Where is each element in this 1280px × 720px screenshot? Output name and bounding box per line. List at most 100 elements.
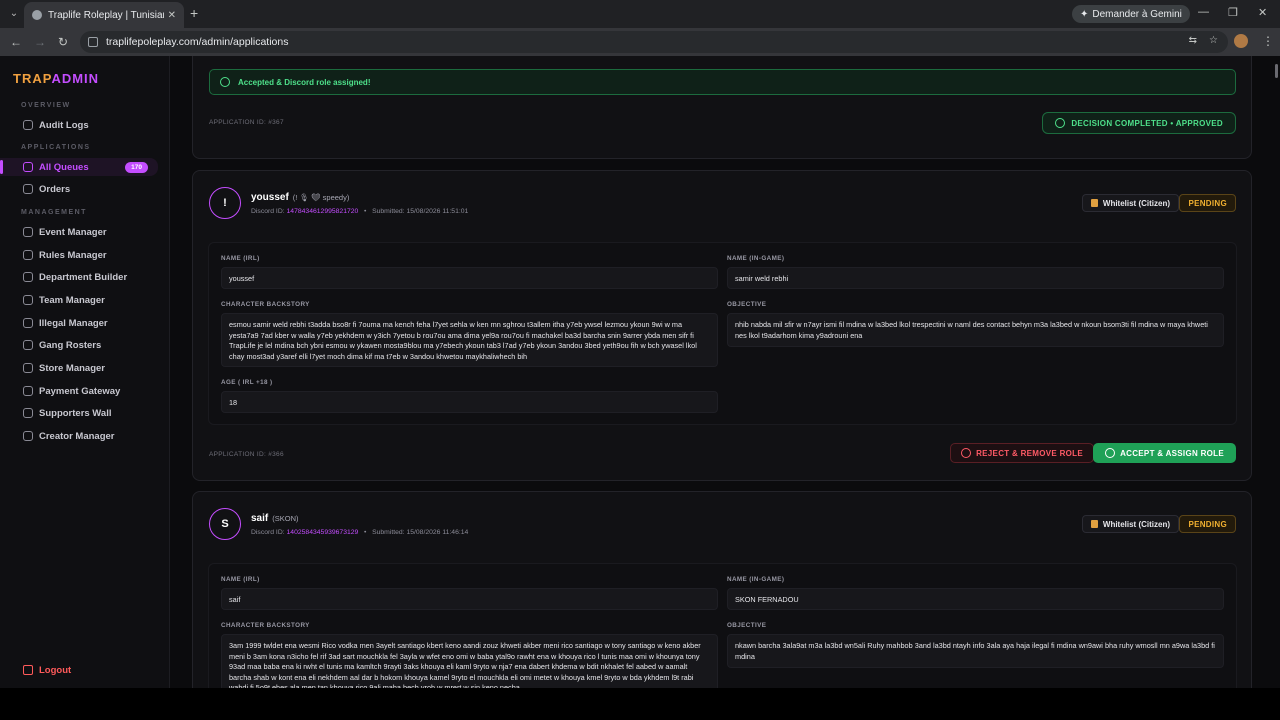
name-irl-field[interactable]: saif: [221, 588, 718, 610]
objective-field[interactable]: nhib nabda mil sfir w n7ayr ismi fil mdi…: [727, 313, 1224, 347]
application-id: APPLICATION ID: #367: [209, 119, 284, 126]
sidebar-item-store-manager[interactable]: Store Manager: [0, 359, 170, 377]
card-icon: [23, 386, 33, 396]
forward-arrow-icon[interactable]: →: [34, 35, 46, 49]
sidebar-item-orders[interactable]: Orders: [0, 180, 170, 198]
site-info-icon[interactable]: [88, 37, 98, 47]
decision-text: DECISION COMPLETED • APPROVED: [1071, 118, 1223, 128]
check-circle-icon: [220, 77, 230, 87]
gemini-button[interactable]: ✦ Demander à Gemini: [1072, 5, 1190, 23]
discord-label: Discord ID:: [251, 208, 285, 215]
sidebar-item-gang-rosters[interactable]: Gang Rosters: [0, 336, 170, 354]
queue-icon: [23, 162, 33, 172]
team-icon: [23, 295, 33, 305]
application-type-badge: Whitelist (Citizen): [1081, 194, 1179, 212]
label-objective: OBJECTIVE: [727, 622, 767, 629]
sidebar-item-label: All Queues: [39, 161, 89, 173]
sidebar-item-label: Payment Gateway: [39, 385, 121, 397]
new-tab-plus-icon[interactable]: +: [190, 6, 198, 20]
name-ingame-field[interactable]: samir weld rebhi: [727, 267, 1224, 289]
menu-kebab-icon[interactable]: ⋮: [1262, 34, 1274, 48]
bookmark-star-icon[interactable]: ☆: [1209, 35, 1218, 46]
sidebar-item-creator-manager[interactable]: Creator Manager: [0, 427, 170, 445]
application-details: NAME (IRL) saif NAME (IN-GAME) SKON FERN…: [208, 563, 1237, 688]
scrollbar-thumb[interactable]: [1275, 64, 1278, 78]
x-circle-icon: [961, 448, 972, 458]
avatar: S: [209, 508, 241, 540]
backstory-field[interactable]: esmou samir weld rebhi t3adda bso8r fi 7…: [221, 313, 718, 367]
logout-button[interactable]: Logout: [0, 662, 170, 678]
sidebar-item-all-queues[interactable]: All Queues 170: [0, 158, 158, 176]
decision-status-badge: DECISION COMPLETED • APPROVED: [1042, 112, 1236, 134]
document-icon: [1090, 520, 1098, 528]
application-card-approved: Accepted & Discord role assigned! APPLIC…: [192, 56, 1252, 159]
site-favicon-icon: [32, 10, 42, 20]
profile-avatar[interactable]: [1234, 34, 1248, 48]
label-name-irl: NAME (IRL): [221, 576, 260, 583]
application-card: ! youssef (! 🎙 ❤ speedy) Discord ID: 1478…: [192, 170, 1252, 481]
section-management: MANAGEMENT: [21, 209, 87, 216]
translate-icon[interactable]: ⇆: [1189, 35, 1197, 46]
creator-icon: [23, 431, 33, 441]
page-scrollbar[interactable]: [1272, 56, 1280, 688]
application-details: NAME (IRL) youssef NAME (IN-GAME) samir …: [208, 242, 1237, 425]
reject-label: REJECT & REMOVE ROLE: [976, 448, 1083, 458]
label-objective: OBJECTIVE: [727, 301, 767, 308]
sidebar-item-illegal-manager[interactable]: Illegal Manager: [0, 314, 170, 332]
sidebar-item-event-manager[interactable]: Event Manager: [0, 223, 170, 241]
sidebar-item-team-manager[interactable]: Team Manager: [0, 291, 170, 309]
heart-icon: [23, 408, 33, 418]
rules-icon: [23, 250, 33, 260]
discord-label: Discord ID:: [251, 529, 285, 536]
minimize-icon[interactable]: —: [1198, 6, 1209, 18]
sidebar-item-label: Rules Manager: [39, 249, 107, 261]
discord-id[interactable]: 1478434612995821720: [287, 208, 359, 215]
submitted-date: Submitted: 15/08/2026 11:46:14: [372, 529, 469, 536]
applicant-meta: Discord ID: 1478434612995821720 • Submit…: [251, 208, 469, 215]
orders-icon: [23, 184, 33, 194]
name-irl-field[interactable]: youssef: [221, 267, 718, 289]
accept-button[interactable]: ACCEPT & ASSIGN ROLE: [1093, 443, 1236, 463]
sidebar-item-department-builder[interactable]: Department Builder: [0, 268, 170, 286]
label-age: AGE ( IRL +18 ): [221, 379, 273, 386]
label-backstory: CHARACTER BACKSTORY: [221, 622, 310, 629]
back-arrow-icon[interactable]: ←: [10, 35, 22, 49]
application-id: APPLICATION ID: #366: [209, 451, 284, 458]
tab-list-chevron-icon[interactable]: ⌄: [6, 6, 22, 22]
sparkle-icon: ✦: [1080, 8, 1089, 20]
avatar: !: [209, 187, 241, 219]
roster-icon: [23, 340, 33, 350]
applicant-meta: Discord ID: 1402584345939673129 • Submit…: [251, 529, 469, 536]
maximize-icon[interactable]: ❐: [1228, 6, 1238, 19]
browser-tab[interactable]: Traplife Roleplay | Tunisian GTA ✕: [24, 2, 184, 28]
sidebar-item-payment-gateway[interactable]: Payment Gateway: [0, 382, 170, 400]
sidebar-item-rules-manager[interactable]: Rules Manager: [0, 246, 170, 264]
application-type-badge: Whitelist (Citizen): [1081, 515, 1179, 533]
close-window-icon[interactable]: ✕: [1258, 6, 1267, 19]
sidebar-item-label: Supporters Wall: [39, 407, 112, 419]
sidebar-item-audit-logs[interactable]: Audit Logs: [0, 116, 170, 134]
discord-id[interactable]: 1402584345939673129: [287, 529, 359, 536]
close-tab-icon[interactable]: ✕: [168, 10, 176, 21]
sidebar-item-label: Audit Logs: [39, 119, 89, 131]
sidebar-item-label: Store Manager: [39, 362, 105, 374]
accept-label: ACCEPT & ASSIGN ROLE: [1120, 448, 1224, 458]
url-field[interactable]: traplifероleplay.com/admin/applications …: [80, 31, 1228, 53]
reload-icon[interactable]: ↻: [58, 35, 68, 49]
alert-text: Accepted & Discord role assigned!: [238, 77, 371, 87]
label-name-irl: NAME (IRL): [221, 255, 260, 262]
sidebar-item-label: Orders: [39, 183, 71, 195]
submitted-date: Submitted: 15/08/2026 11:51:01: [372, 208, 469, 215]
name-ingame-field[interactable]: SKON FERNADOU: [727, 588, 1224, 610]
sidebar-item-supporters-wall[interactable]: Supporters Wall: [0, 404, 170, 422]
brand-part-trap: TRAP: [13, 71, 52, 86]
brand-logo[interactable]: TRAPADMIN: [13, 71, 99, 86]
objective-field[interactable]: nkawn barcha 3ala9at m3a la3bd wn5ali Ru…: [727, 634, 1224, 668]
check-circle-icon: [1055, 118, 1066, 128]
applicant-name: saif (SKON): [251, 513, 298, 524]
age-field[interactable]: 18: [221, 391, 718, 413]
reject-button[interactable]: REJECT & REMOVE ROLE: [950, 443, 1094, 463]
label-name-ingame: NAME (IN-GAME): [727, 255, 785, 262]
backstory-field[interactable]: 3am 1999 twldet ena wesmi Rico vodka men…: [221, 634, 718, 688]
type-text: Whitelist (Citizen): [1102, 519, 1170, 529]
